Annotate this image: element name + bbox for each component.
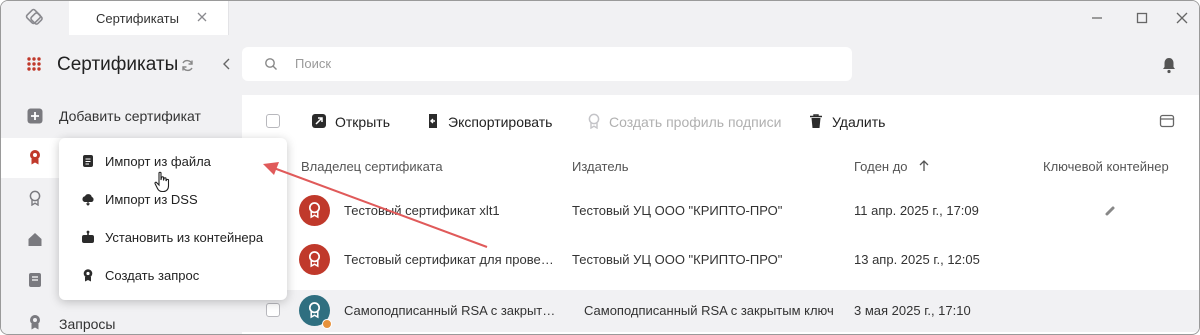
export-icon — [429, 114, 437, 128]
open-button[interactable]: Открыть — [335, 114, 390, 130]
columns-settings-icon[interactable] — [1159, 113, 1175, 129]
request-icon — [83, 269, 93, 282]
sidebar-item-requests[interactable]: Запросы — [59, 316, 115, 332]
page-title: Сертификаты — [57, 54, 179, 75]
app-logo-icon — [25, 8, 43, 25]
apps-grid-icon[interactable] — [26, 56, 42, 72]
home-icon[interactable] — [27, 231, 43, 247]
trash-icon — [810, 114, 822, 128]
row-checkbox[interactable] — [266, 303, 280, 317]
table-row[interactable]: Самоподписанный RSA с закрыт… Самоподпис… — [242, 290, 1199, 332]
menu-item-create-request[interactable]: Создать запрос — [59, 257, 287, 295]
badge-outline-icon[interactable] — [27, 190, 43, 206]
add-certificate-button[interactable]: Добавить сертификат — [59, 108, 201, 124]
open-icon — [312, 114, 326, 128]
hand-cursor-icon — [154, 171, 170, 193]
menu-item-label: Импорт из DSS — [105, 192, 198, 207]
menu-item-label: Импорт из файла — [105, 154, 211, 169]
document-icon[interactable] — [27, 272, 43, 288]
column-header-key-container[interactable]: Ключевой контейнер — [1043, 159, 1169, 174]
valid-until-cell: 3 мая 2025 г., 17:10 — [854, 303, 971, 318]
tab-label: Сертификаты — [96, 11, 179, 26]
column-header-issuer[interactable]: Издатель — [572, 159, 629, 174]
warning-badge — [322, 319, 332, 329]
title-bar: Сертификаты — [1, 1, 1199, 35]
create-signature-profile-button[interactable]: Создать профиль подписи — [609, 114, 781, 130]
close-icon[interactable] — [195, 10, 209, 24]
certificate-icon — [308, 302, 321, 319]
column-header-valid-until[interactable]: Годен до — [854, 159, 908, 174]
issuer-cell: Тестовый УЦ ООО "КРИПТО-ПРО" — [572, 252, 783, 267]
delete-button[interactable]: Удалить — [832, 114, 885, 130]
refresh-icon[interactable] — [180, 58, 195, 73]
container-icon — [82, 230, 94, 243]
chevron-left-icon[interactable] — [221, 57, 233, 71]
owner-cell: Самоподписанный RSA с закрыт… — [344, 303, 554, 318]
search-icon — [265, 58, 277, 70]
toolbar: Открыть Экспортировать Создать профиль п… — [242, 95, 1199, 147]
window-close-icon[interactable] — [1174, 10, 1190, 26]
bell-icon[interactable] — [1161, 56, 1177, 74]
menu-item-label: Установить из контейнера — [105, 230, 264, 245]
search-placeholder: Поиск — [295, 56, 332, 71]
search-input[interactable]: Поиск — [242, 47, 852, 81]
certificate-icon[interactable] — [27, 149, 43, 165]
requests-icon — [30, 315, 40, 330]
certificate-avatar — [299, 295, 332, 329]
annotation-arrow — [263, 162, 488, 248]
signature-profile-icon — [588, 113, 600, 129]
add-icon — [27, 108, 43, 124]
key-icon — [1105, 206, 1115, 216]
file-icon — [83, 155, 93, 167]
maximize-icon[interactable] — [1134, 10, 1150, 26]
app-window: Сертификаты Поиск Сертификаты Добавить с… — [0, 0, 1200, 335]
select-all-checkbox[interactable] — [266, 114, 280, 128]
export-button[interactable]: Экспортировать — [448, 114, 552, 130]
sort-ascending-icon[interactable] — [918, 159, 930, 173]
valid-until-cell: 13 апр. 2025 г., 12:05 — [854, 252, 980, 267]
cloud-icon — [82, 194, 94, 206]
tab-certificates[interactable]: Сертификаты — [69, 1, 229, 35]
minimize-icon[interactable] — [1089, 10, 1105, 26]
issuer-cell: Самоподписанный RSA с закрытым ключ… — [584, 303, 834, 318]
valid-until-cell: 11 апр. 2025 г., 17:09 — [854, 203, 979, 218]
menu-item-label: Создать запрос — [105, 268, 200, 283]
issuer-cell: Тестовый УЦ ООО "КРИПТО-ПРО" — [572, 203, 783, 218]
